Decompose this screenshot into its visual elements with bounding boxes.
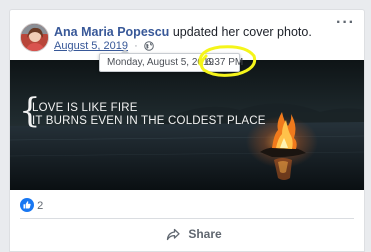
avatar-image <box>21 24 48 51</box>
like-icon <box>20 198 34 212</box>
post-card: Ana Maria Popescu updated her cover phot… <box>9 9 365 252</box>
quote-line-1: LOVE IS LIKE FIRE <box>32 102 138 114</box>
more-options-icon[interactable]: ··· <box>336 15 355 31</box>
share-label: Share <box>188 227 222 241</box>
post-meta: August 5, 2019 · <box>54 40 154 54</box>
share-button[interactable]: Share <box>160 222 228 246</box>
reaction-count[interactable]: 2 <box>37 200 43 212</box>
author-name[interactable]: Ana Maria Popescu <box>54 25 169 39</box>
cover-photo[interactable]: { LOVE IS LIKE FIRE IT BURNS EVEN IN THE… <box>10 60 364 190</box>
meta-separator: · <box>134 40 138 52</box>
post-header: Ana Maria Popescu updated her cover phot… <box>54 25 312 39</box>
reaction-summary[interactable]: 2 <box>20 198 43 212</box>
cover-quote: LOVE IS LIKE FIRE IT BURNS EVEN IN THE C… <box>32 102 266 128</box>
tooltip-separator <box>201 57 202 69</box>
share-arrow-icon <box>166 225 180 249</box>
timestamp-tooltip: Monday, August 5, 2019 6:37 PM <box>99 49 244 72</box>
quote-line-2: IT BURNS EVEN IN THE COLDEST PLACE <box>32 115 266 127</box>
tooltip-date: Monday, August 5, 2019 <box>107 57 215 68</box>
tooltip-arrow <box>120 49 130 54</box>
avatar[interactable] <box>20 23 49 52</box>
post-date-link[interactable]: August 5, 2019 <box>54 40 128 52</box>
tooltip-time: 6:37 PM <box>206 57 244 68</box>
post-action-text: updated her cover photo. <box>172 25 312 39</box>
action-divider <box>20 218 354 219</box>
